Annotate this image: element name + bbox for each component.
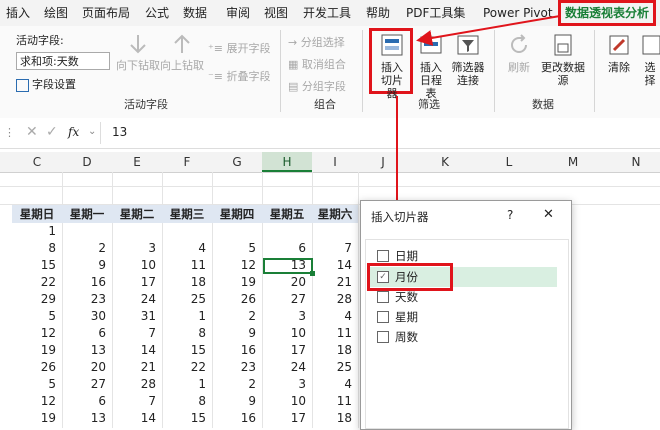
field-item-weekday[interactable]: 星期 <box>377 307 418 327</box>
field-label: 星期 <box>395 310 418 324</box>
help-icon[interactable]: ? <box>507 208 513 222</box>
checkbox[interactable] <box>377 290 389 303</box>
checkbox[interactable] <box>377 330 389 343</box>
checkbox[interactable] <box>377 249 389 262</box>
arrow-line <box>416 15 561 46</box>
field-item-date[interactable]: 日期 <box>377 246 418 266</box>
field-item-week-number[interactable]: 周数 <box>377 327 418 347</box>
checkbox[interactable] <box>377 310 389 323</box>
insert-slicer-dialog: 插入切片器 ? ✕ 日期 ✓ 月份 天数 星期 周数 <box>360 200 572 430</box>
dialog-title: 插入切片器 <box>371 210 429 224</box>
field-label: 日期 <box>395 249 418 263</box>
checkbox-checked[interactable]: ✓ <box>377 270 389 283</box>
field-label: 天数 <box>395 290 418 304</box>
field-label: 周数 <box>395 330 418 344</box>
field-label: 月份 <box>395 270 418 284</box>
close-icon[interactable]: ✕ <box>543 207 554 222</box>
field-item-days[interactable]: 天数 <box>377 287 418 307</box>
field-item-month[interactable]: ✓ 月份 <box>377 267 418 287</box>
